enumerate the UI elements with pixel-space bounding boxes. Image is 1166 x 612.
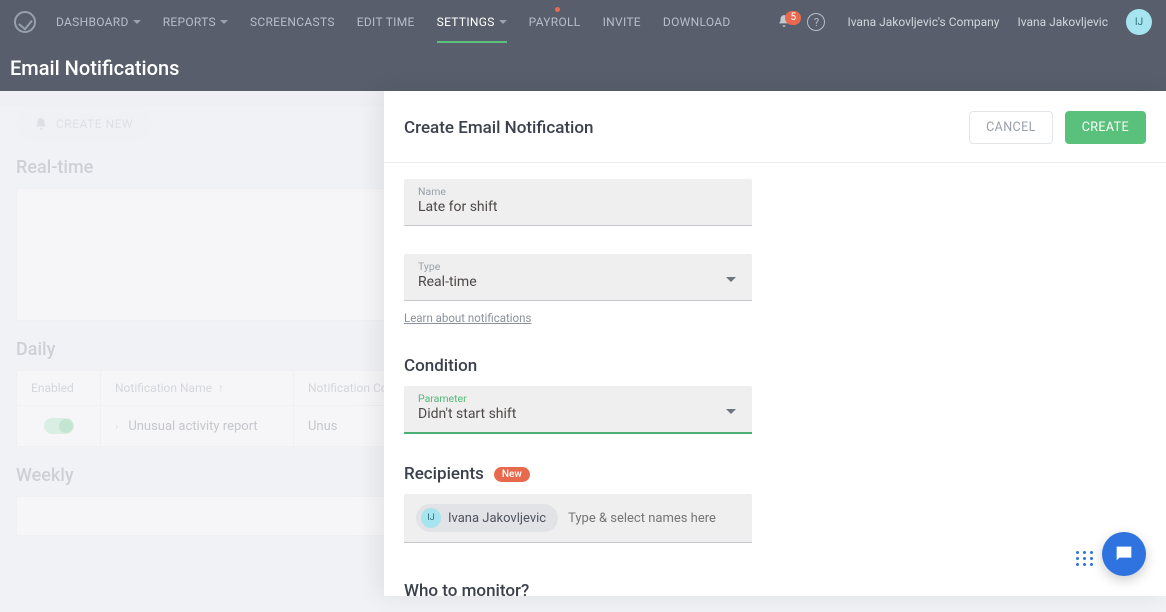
user-menu[interactable]: Ivana Jakovljevic — [1017, 15, 1108, 29]
nav-label: INVITE — [603, 15, 641, 29]
parameter-value: Didn't start shift — [418, 406, 738, 424]
name-field[interactable]: Name Late for shift — [404, 179, 752, 226]
name-value: Late for shift — [418, 199, 738, 217]
recipients-heading: Recipients New — [404, 464, 752, 484]
condition-heading: Condition — [404, 356, 752, 376]
create-new-label: CREATE NEW — [56, 117, 133, 131]
nav-label: SETTINGS — [437, 15, 495, 29]
nav-label: DASHBOARD — [56, 15, 129, 29]
recipient-avatar: IJ — [421, 508, 441, 528]
drag-handle-icon[interactable] — [1076, 551, 1094, 566]
type-label: Type — [418, 260, 738, 273]
notifications-bell[interactable]: 5 — [777, 13, 791, 32]
nav-edit-time[interactable]: EDIT TIME — [357, 15, 415, 29]
recipients-input[interactable] — [568, 511, 740, 526]
chevron-right-icon: › — [115, 420, 118, 433]
bell-icon — [34, 116, 48, 132]
chat-icon — [1113, 543, 1135, 565]
col-name[interactable]: Notification Name ↑ — [101, 371, 294, 405]
name-label: Name — [418, 185, 738, 198]
recipients-field[interactable]: IJ Ivana Jakovljevic — [404, 494, 752, 543]
nav-download[interactable]: DOWNLOAD — [663, 15, 731, 29]
row-name: Unusual activity report — [128, 419, 257, 434]
nav-payroll[interactable]: PAYROLL — [529, 15, 581, 29]
sort-asc-icon: ↑ — [218, 381, 224, 395]
type-select[interactable]: Type Real-time — [404, 254, 752, 301]
nav-screencasts[interactable]: SCREENCASTS — [250, 15, 335, 29]
nav-label: REPORTS — [163, 15, 216, 29]
chevron-down-icon — [220, 20, 228, 24]
top-navigation: DASHBOARD REPORTS SCREENCASTS EDIT TIME … — [0, 0, 1166, 44]
monitor-heading: Who to monitor? — [404, 581, 752, 596]
type-value: Real-time — [418, 274, 738, 292]
help-icon[interactable]: ? — [807, 13, 825, 31]
nav-invite[interactable]: INVITE — [603, 15, 641, 29]
parameter-select[interactable]: Parameter Didn't start shift — [404, 386, 752, 434]
recipient-name: Ivana Jakovljevic — [448, 511, 546, 526]
nav-label: DOWNLOAD — [663, 15, 731, 29]
panel-title: Create Email Notification — [404, 118, 593, 138]
nav-label: PAYROLL — [529, 15, 581, 29]
create-notification-panel: Create Email Notification CANCEL CREATE … — [384, 91, 1166, 596]
create-new-button[interactable]: CREATE NEW — [16, 107, 151, 141]
learn-notifications-link[interactable]: Learn about notifications — [404, 311, 531, 325]
enabled-toggle[interactable] — [44, 418, 74, 434]
nav-label: EDIT TIME — [357, 15, 415, 29]
parameter-label: Parameter — [418, 392, 738, 405]
company-switcher[interactable]: Ivana Jakovljevic's Company — [847, 15, 999, 29]
bell-count-badge: 5 — [785, 11, 801, 25]
nav-reports[interactable]: REPORTS — [163, 15, 228, 29]
nav-dashboard[interactable]: DASHBOARD — [56, 15, 141, 29]
recipient-chip[interactable]: IJ Ivana Jakovljevic — [416, 504, 558, 532]
create-button[interactable]: CREATE — [1065, 111, 1146, 144]
panel-header: Create Email Notification CANCEL CREATE — [384, 91, 1166, 163]
page-title: Email Notifications — [10, 56, 179, 80]
chat-fab[interactable] — [1102, 532, 1146, 576]
row-cond: Unus — [308, 419, 338, 434]
chevron-down-icon — [499, 20, 507, 24]
user-avatar[interactable]: IJ — [1126, 9, 1152, 35]
page-title-bar: Email Notifications — [0, 44, 1166, 91]
new-badge: New — [494, 467, 530, 482]
nav-label: SCREENCASTS — [250, 15, 335, 29]
app-logo-icon[interactable] — [14, 11, 36, 33]
cancel-button[interactable]: CANCEL — [969, 111, 1053, 144]
nav-settings[interactable]: SETTINGS — [437, 15, 507, 41]
col-enabled[interactable]: Enabled — [17, 371, 101, 405]
chevron-down-icon — [133, 20, 141, 24]
